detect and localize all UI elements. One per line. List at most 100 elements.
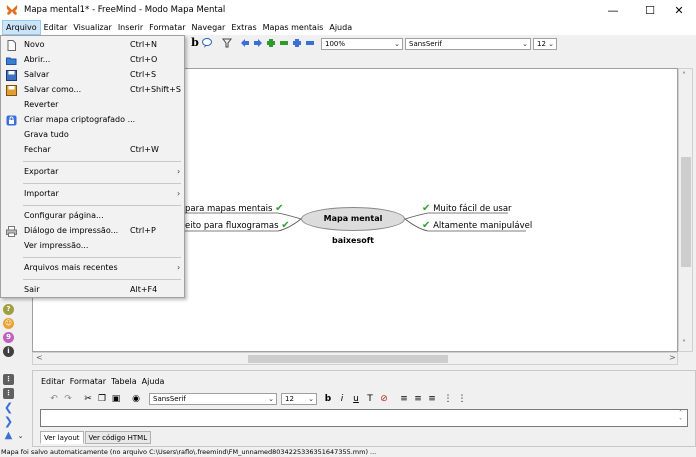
- menu-item-arquivos-recentes[interactable]: Arquivos mais recentes ›: [1, 261, 184, 275]
- arrow-left-blue-icon[interactable]: ❮: [3, 402, 14, 413]
- text-color-icon[interactable]: T: [365, 393, 375, 405]
- scroll-right-icon[interactable]: >: [669, 353, 676, 362]
- minimize-button[interactable]: —: [596, 0, 630, 20]
- editor-font-select[interactable]: SansSerif ⌄: [149, 393, 277, 405]
- filter-icon[interactable]: [222, 37, 232, 49]
- right-node-1[interactable]: ✔ Muito fácil de usar: [422, 203, 512, 214]
- traffic-light-icon[interactable]: ⋮: [3, 374, 14, 385]
- menu-item-novo[interactable]: Novo Ctrl+N: [1, 38, 184, 52]
- menu-ajuda[interactable]: Ajuda: [326, 20, 355, 35]
- tab-ver-layout[interactable]: Ver layout: [40, 431, 84, 444]
- remove-format-icon[interactable]: ⊘: [379, 393, 389, 405]
- font-size-value: 12: [537, 40, 546, 48]
- redo-icon[interactable]: ↷: [63, 393, 73, 405]
- note-editor-panel: Editar Formatar Tabela Ajuda ↶ ↷ ✂ ❐ ▣ ◉…: [32, 370, 696, 447]
- right-node-2[interactable]: ✔ Altamente manipulável: [422, 220, 532, 231]
- numbered-list-icon[interactable]: ⋮: [457, 393, 467, 405]
- number-icon[interactable]: 9: [3, 332, 14, 343]
- menu-visualizar[interactable]: Visualizar: [70, 20, 115, 35]
- spin-down-icon[interactable]: ˅: [679, 418, 682, 425]
- horizontal-scrollbar[interactable]: < >: [32, 352, 678, 365]
- central-node[interactable]: Mapa mental baixesoft: [301, 207, 405, 245]
- close-button[interactable]: ✕: [662, 0, 696, 20]
- arrow-up-blue-icon[interactable]: ▲: [3, 430, 14, 441]
- menu-item-criar-mapa-criptografado[interactable]: Criar mapa criptografado ...: [1, 113, 184, 127]
- align-center-icon[interactable]: ≡: [413, 393, 423, 405]
- menu-item-exportar[interactable]: Exportar ›: [1, 165, 184, 179]
- node-label: Altamente manipulável: [433, 221, 533, 231]
- italic-icon[interactable]: i: [337, 393, 347, 405]
- menu-item-configurar-pagina[interactable]: Configurar página...: [1, 209, 184, 223]
- minus-blue-icon[interactable]: [305, 37, 315, 49]
- question-icon[interactable]: ?: [3, 304, 14, 315]
- note-text-area[interactable]: ˄ ˅: [40, 409, 688, 427]
- menu-item-sair[interactable]: Sair Alt+F4: [1, 283, 184, 297]
- editor-font-size-select[interactable]: 12 ⌄: [281, 393, 317, 405]
- find-binoculars-icon[interactable]: ◉: [131, 393, 141, 405]
- plus-blue-icon[interactable]: [292, 37, 302, 49]
- menu-inserir[interactable]: Inserir: [115, 20, 146, 35]
- menu-item-fechar[interactable]: Fechar Ctrl+W: [1, 143, 184, 157]
- smiley-icon[interactable]: ☺: [3, 318, 14, 329]
- node-label: para mapas mentais: [185, 204, 273, 214]
- menu-item-dialogo-impressao[interactable]: Diálogo de impressão... Ctrl+P: [1, 224, 184, 238]
- spin-up-icon[interactable]: ˄: [679, 410, 682, 417]
- vertical-scroll-thumb[interactable]: [681, 157, 691, 267]
- arrow-left-icon[interactable]: [240, 37, 250, 49]
- traffic-light-2-icon[interactable]: ⋮: [3, 388, 14, 399]
- strip-scroll-down-icon[interactable]: ⌄: [15, 431, 26, 442]
- editor-menu-formatar[interactable]: Formatar: [70, 377, 106, 386]
- menu-navegar[interactable]: Navegar: [189, 20, 229, 35]
- scroll-left-icon[interactable]: <: [36, 353, 43, 362]
- menu-item-reverter[interactable]: Reverter: [1, 98, 184, 112]
- menu-extras[interactable]: Extras: [228, 20, 259, 35]
- editor-toolbar: ↶ ↷ ✂ ❐ ▣ ◉ SansSerif ⌄ 12 ⌄ b i u T ⊘ ≡…: [41, 391, 691, 406]
- menu-item-salvar[interactable]: Salvar Ctrl+S: [1, 68, 184, 82]
- horizontal-scroll-thumb[interactable]: [248, 355, 448, 363]
- scroll-up-icon[interactable]: ˄: [682, 71, 686, 80]
- bold-icon[interactable]: b: [323, 393, 333, 405]
- save-as-icon: [6, 85, 17, 96]
- underline-icon[interactable]: u: [351, 393, 361, 405]
- scroll-down-icon[interactable]: ˅: [682, 339, 686, 348]
- menu-item-ver-impressao[interactable]: Ver impressão...: [1, 239, 184, 253]
- menu-arquivo[interactable]: Arquivo: [2, 20, 41, 35]
- font-family-select[interactable]: SansSerif ⌄: [405, 38, 531, 50]
- left-node-1[interactable]: para mapas mentais ✔: [185, 203, 284, 214]
- zoom-select[interactable]: 100% ⌄: [321, 38, 403, 50]
- cut-icon[interactable]: ✂: [83, 393, 93, 405]
- checkmark-icon: ✔: [422, 220, 431, 231]
- font-size-select[interactable]: 12 ⌄: [533, 38, 557, 50]
- editor-menu-tabela[interactable]: Tabela: [111, 377, 137, 386]
- menu-mapas-mentais[interactable]: Mapas mentais: [260, 20, 327, 35]
- left-node-2[interactable]: eito para fluxogramas ✔: [185, 220, 290, 231]
- bold-icon[interactable]: b: [190, 37, 200, 49]
- open-folder-icon: [6, 57, 17, 65]
- speech-bubble-icon[interactable]: [202, 37, 212, 49]
- minus-green-icon[interactable]: [279, 37, 289, 49]
- zoom-value: 100%: [325, 40, 346, 48]
- arrow-right-icon[interactable]: [253, 37, 263, 49]
- plus-green-icon[interactable]: [266, 37, 276, 49]
- chevron-down-icon: ⌄: [522, 40, 528, 48]
- undo-icon[interactable]: ↶: [49, 393, 59, 405]
- arrow-right-blue-icon[interactable]: ❯: [3, 416, 14, 427]
- menu-formatar[interactable]: Formatar: [146, 20, 188, 35]
- menu-item-importar[interactable]: Importar ›: [1, 187, 184, 201]
- menu-item-salvar-como[interactable]: Salvar como... Ctrl+Shift+S: [1, 83, 184, 97]
- menu-item-grava-tudo[interactable]: Grava tudo: [1, 128, 184, 142]
- vertical-scrollbar[interactable]: ˄ ˅: [678, 68, 693, 352]
- window-title: Mapa mental1* - FreeMind - Modo Mapa Men…: [24, 5, 226, 15]
- menu-editar[interactable]: Editar: [41, 20, 71, 35]
- submenu-arrow-icon: ›: [177, 263, 181, 272]
- paste-icon[interactable]: ▣: [111, 393, 121, 405]
- editor-menu-editar[interactable]: Editar: [41, 377, 65, 386]
- align-right-icon[interactable]: ≡: [427, 393, 437, 405]
- bullet-list-icon[interactable]: ⋮: [443, 393, 453, 405]
- info-icon[interactable]: i: [3, 346, 14, 357]
- align-left-icon[interactable]: ≡: [399, 393, 409, 405]
- menu-item-abrir[interactable]: Abrir... Ctrl+O: [1, 53, 184, 67]
- tab-ver-codigo-html[interactable]: Ver código HTML: [84, 431, 152, 444]
- editor-menu-ajuda[interactable]: Ajuda: [142, 377, 165, 386]
- copy-icon[interactable]: ❐: [97, 393, 107, 405]
